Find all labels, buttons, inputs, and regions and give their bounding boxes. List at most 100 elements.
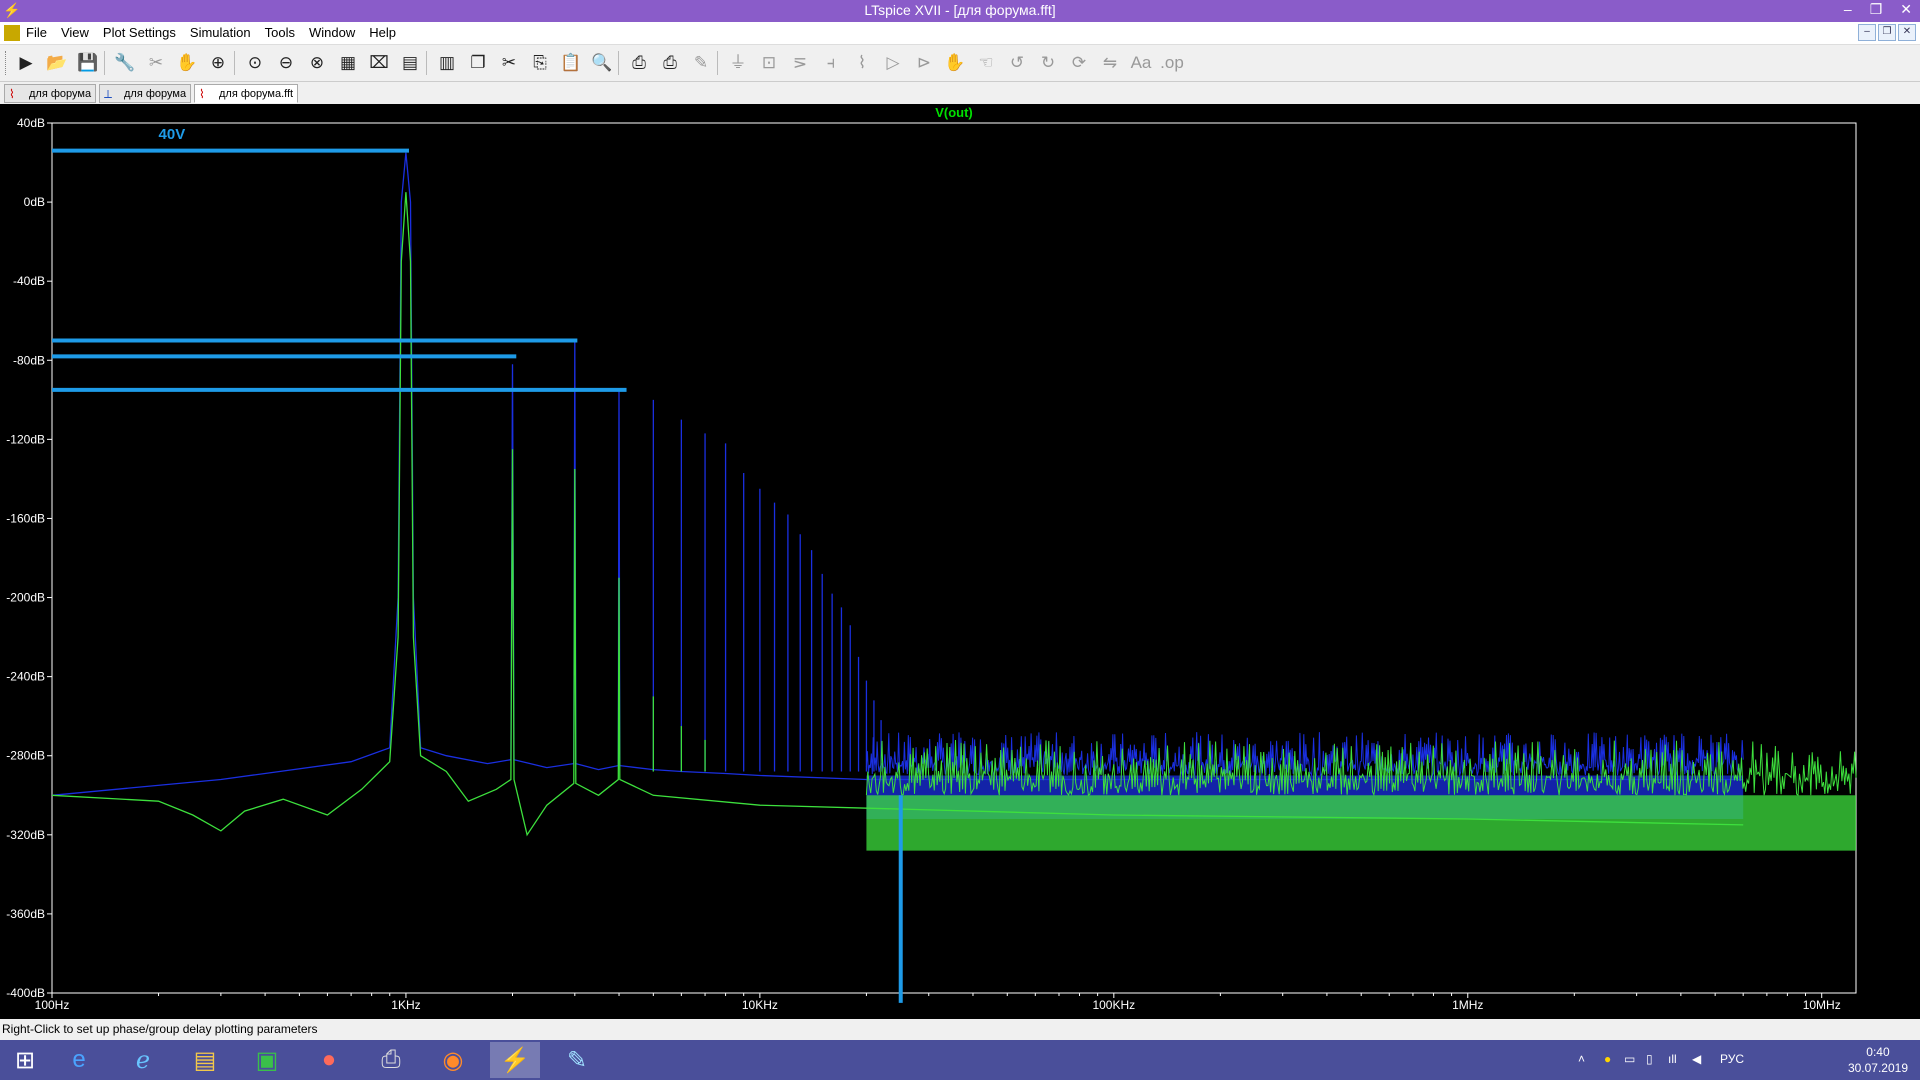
toolbar: ▶ 📂 💾 🔧 ✂ ✋ ⊕ ⊙ ⊖ ⊗ ▦ ⌧ ▤ ▥ ❐ ✂ ⎘ 📋 🔍 ⎙ ⎙ ✎ ⏚ ⊡ ⋝ ⫞ ⌇ ▷ ⊳ ✋ ☜ ↺ ↻ ⟳ ⇋ Aa .op	[0, 45, 1920, 82]
spice-directive-icon[interactable]: .op	[1160, 51, 1184, 75]
start-icon[interactable]: ⊞	[0, 1042, 50, 1078]
zoom-out-icon[interactable]: ⊖	[274, 51, 298, 75]
menu-tools[interactable]: Tools	[265, 25, 295, 40]
zoom-in-icon[interactable]: ⊕	[206, 51, 230, 75]
explorer-icon[interactable]: ▤	[180, 1042, 230, 1078]
x-tick-label: 100Hz	[35, 998, 70, 1012]
tab-waveform[interactable]: ⌇ для форума	[4, 84, 96, 103]
ground-icon[interactable]: ⏚	[726, 51, 750, 75]
tab-label: для форума	[29, 88, 92, 100]
diode-icon[interactable]: ▷	[881, 51, 905, 75]
run-icon[interactable]: ▶	[14, 51, 38, 75]
drag-icon[interactable]: ☜	[974, 51, 998, 75]
paint3d-icon[interactable]: ✎	[552, 1042, 602, 1078]
menu-help[interactable]: Help	[369, 25, 396, 40]
store-icon[interactable]: ▣	[242, 1042, 292, 1078]
resistor-icon[interactable]: ⋝	[788, 51, 812, 75]
pan-icon[interactable]: ✋	[175, 51, 199, 75]
status-bar: Right-Click to set up phase/group delay …	[0, 1020, 1920, 1039]
text-icon[interactable]: Aa	[1129, 51, 1153, 75]
paint-icon[interactable]: ●	[304, 1042, 354, 1078]
tray-network-icon[interactable]: ▯	[1646, 1052, 1653, 1066]
y-tick-label: -40dB	[13, 274, 45, 288]
annotation-label: 40V	[159, 126, 186, 143]
y-tick-label: -240dB	[6, 670, 45, 684]
paste-icon[interactable]: 📋	[559, 51, 583, 75]
undo-icon[interactable]: ↺	[1005, 51, 1029, 75]
clock[interactable]: 0:40 30.07.2019	[1848, 1044, 1908, 1076]
menu-plot-settings[interactable]: Plot Settings	[103, 25, 176, 40]
tile-v-icon[interactable]: ▥	[435, 51, 459, 75]
draw-wire-icon[interactable]: ✎	[689, 51, 713, 75]
y-tick-label: -200dB	[6, 591, 45, 605]
x-tick-label: 1KHz	[391, 998, 420, 1012]
y-tick-label: 0dB	[24, 195, 45, 209]
edge-icon[interactable]: e	[54, 1042, 104, 1078]
schematic-icon: ⟂	[104, 87, 113, 101]
redo-icon[interactable]: ↻	[1036, 51, 1060, 75]
toolbar-separator	[234, 51, 235, 75]
halt-icon[interactable]: ✂	[144, 51, 168, 75]
tab-label: для форума.fft	[219, 88, 294, 100]
tray-app-icon[interactable]: ●	[1604, 1052, 1611, 1066]
label-icon[interactable]: ⊡	[757, 51, 781, 75]
mdi-minimize-button[interactable]: –	[1858, 24, 1876, 41]
print-icon[interactable]: ⎙	[627, 51, 651, 75]
series-0-noise	[865, 732, 1744, 777]
tab-fft[interactable]: ⌇ для форума.fft	[194, 84, 298, 103]
inductor-icon[interactable]: ⌇	[850, 51, 874, 75]
y-tick-label: -280dB	[6, 749, 45, 763]
zoom-area-icon[interactable]: ⊙	[243, 51, 267, 75]
close-button[interactable]: ✕	[1900, 1, 1912, 18]
autorange-icon[interactable]: ▦	[336, 51, 360, 75]
waveform-plot[interactable]: V(out) 40dB 0dB -40dB -80dB -120dB -160dB -200d…	[0, 104, 1920, 1019]
cut-icon[interactable]: ✂	[497, 51, 521, 75]
mdi-close-button[interactable]: ✕	[1898, 24, 1916, 41]
capacitor-icon[interactable]: ⫞	[819, 51, 843, 75]
toolbar-grip[interactable]	[5, 51, 9, 75]
save-icon[interactable]: 💾	[76, 51, 100, 75]
firefox-icon[interactable]: ◉	[428, 1042, 478, 1078]
series-0-line	[51, 152, 1744, 796]
find-icon[interactable]: 🔍	[590, 51, 614, 75]
tab-schematic[interactable]: ⟂ для форума	[99, 84, 191, 103]
copy-icon[interactable]: ⎘	[528, 51, 552, 75]
waveform-icon: ⌇	[9, 87, 15, 101]
mark-data-icon[interactable]: ⌧	[367, 51, 391, 75]
zoom-fit-icon[interactable]: ⊗	[305, 51, 329, 75]
tray-chevron-icon[interactable]: ˄	[1578, 1052, 1585, 1066]
y-tick-label: -80dB	[13, 353, 45, 367]
rotate-icon[interactable]: ⟳	[1067, 51, 1091, 75]
chart-title: V(out)	[935, 105, 973, 120]
menu-view[interactable]: View	[61, 25, 89, 40]
ltspice-icon[interactable]: ⚡	[490, 1042, 540, 1078]
document-icon[interactable]	[4, 25, 20, 41]
menu-window[interactable]: Window	[309, 25, 355, 40]
menu-file[interactable]: File	[26, 25, 47, 40]
tile-h-icon[interactable]: ▤	[398, 51, 422, 75]
restore-button[interactable]: ❐	[1870, 1, 1883, 18]
print-setup-icon[interactable]: ⎙	[658, 51, 682, 75]
cascade-icon[interactable]: ❐	[466, 51, 490, 75]
printer-icon[interactable]: ⎙	[366, 1042, 416, 1078]
tray-wifi-icon[interactable]: ıll	[1668, 1052, 1677, 1066]
menu-simulation[interactable]: Simulation	[190, 25, 251, 40]
y-tick-label: -320dB	[6, 828, 45, 842]
ie-icon[interactable]: ℯ	[118, 1042, 168, 1078]
minimize-button[interactable]: –	[1844, 1, 1852, 18]
component-icon[interactable]: ⊳	[912, 51, 936, 75]
control-panel-icon[interactable]: 🔧	[113, 51, 137, 75]
tray-volume-icon[interactable]: ◀	[1692, 1052, 1701, 1066]
move-icon[interactable]: ✋	[943, 51, 967, 75]
tray-keyboard-icon[interactable]: ▭	[1624, 1052, 1635, 1066]
x-tick-label: 100KHz	[1092, 998, 1135, 1012]
open-icon[interactable]: 📂	[45, 51, 69, 75]
mirror-icon[interactable]: ⇋	[1098, 51, 1122, 75]
language-indicator[interactable]: РУС	[1720, 1052, 1744, 1066]
window-title: LTspice XVII - [для форума.fft]	[864, 2, 1056, 18]
toolbar-separator	[104, 51, 105, 75]
mdi-restore-button[interactable]: ❐	[1878, 24, 1896, 41]
tab-label: для форума	[124, 88, 187, 100]
fft-chart[interactable]: V(out) 40dB 0dB -40dB -80dB -120dB -160dB -200d…	[0, 104, 1920, 1019]
toolbar-separator	[618, 51, 619, 75]
